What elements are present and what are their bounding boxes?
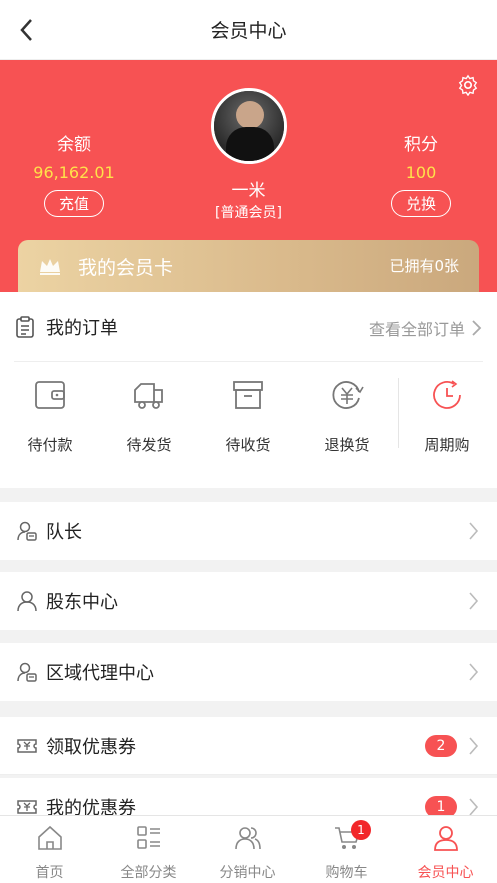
exchange-button[interactable]: 兑换: [390, 190, 451, 217]
order-label: 待付款: [27, 436, 73, 454]
gear-icon[interactable]: [457, 74, 479, 96]
menu-label: 股东中心: [46, 592, 118, 613]
tab-label: 全部分类: [120, 865, 177, 881]
menu-get-coupons[interactable]: 领取优惠券 2: [0, 717, 497, 775]
points-block: 积分 100 兑换: [361, 130, 481, 217]
avatar[interactable]: [211, 88, 287, 164]
refund-icon: [332, 381, 364, 409]
clock-icon: [433, 380, 461, 409]
order-subscription[interactable]: 周期购: [402, 378, 492, 455]
tab-categories[interactable]: 全部分类: [99, 824, 198, 882]
view-all-orders-link[interactable]: 查看全部订单: [369, 316, 483, 340]
menu-captain[interactable]: 队长: [0, 502, 497, 560]
wallet-icon: [35, 381, 65, 409]
balance-label: 余额: [57, 135, 91, 155]
home-icon: [37, 825, 62, 850]
divider: [398, 378, 399, 448]
cart-badge: 1: [351, 820, 371, 840]
order-label: 待发货: [126, 436, 172, 454]
member-card-banner[interactable]: 我的会员卡 已拥有0张: [18, 240, 479, 292]
order-pending-receipt[interactable]: 待收货: [203, 378, 293, 455]
user-badge-icon: [17, 521, 37, 541]
order-label: 待收货: [225, 436, 271, 454]
chevron-right-icon: [469, 798, 479, 816]
tab-label: 分销中心: [219, 865, 276, 881]
tab-label: 购物车: [325, 865, 368, 881]
coupon-icon: [17, 738, 37, 753]
orders-section: 我的订单 查看全部订单 待付款 待发货 待收货 退换货 周期购: [0, 292, 497, 488]
menu-label: 区域代理中心: [46, 663, 154, 684]
tab-member-center[interactable]: 会员中心: [396, 824, 495, 882]
chevron-right-icon: [472, 320, 482, 336]
member-card-title: 我的会员卡: [78, 256, 174, 279]
menu-label: 队长: [46, 522, 82, 543]
orders-header[interactable]: 我的订单 查看全部订单: [14, 292, 483, 362]
order-pending-payment[interactable]: 待付款: [5, 378, 95, 455]
profile-header: 余额 96,162.01 充值 一米 [普通会员] 积分 100 兑换 我的会员…: [0, 60, 497, 292]
chevron-right-icon: [469, 522, 479, 540]
menu-label: 领取优惠券: [46, 736, 136, 758]
tab-label: 会员中心: [417, 865, 474, 881]
tab-home[interactable]: 首页: [0, 824, 99, 882]
bottom-tab-bar: 首页 全部分类 分销中心 1 购物车 会员中心: [0, 815, 497, 883]
person-icon: [17, 591, 37, 612]
order-status-row: 待付款 待发货 待收货 退换货 周期购: [0, 378, 497, 468]
user-badge-icon: [17, 662, 37, 682]
back-button[interactable]: [14, 14, 38, 46]
chevron-left-icon: [20, 19, 32, 41]
navbar: 会员中心: [0, 0, 497, 60]
box-icon: [233, 381, 263, 409]
tab-cart[interactable]: 1 购物车: [297, 820, 396, 882]
order-label: 周期购: [424, 436, 470, 454]
user-icon: [433, 826, 458, 851]
people-icon: [234, 827, 261, 850]
menu-shareholder-center[interactable]: 股东中心: [0, 572, 497, 630]
order-pending-shipment[interactable]: 待发货: [104, 378, 194, 455]
points-label: 积分: [404, 135, 438, 155]
tab-distribution[interactable]: 分销中心: [198, 824, 297, 882]
points-value: 100: [405, 163, 437, 182]
chevron-right-icon: [469, 737, 479, 755]
tab-label: 首页: [35, 865, 64, 881]
category-icon: [136, 826, 160, 849]
orders-title: 我的订单: [46, 317, 118, 339]
member-card-count: 已拥有0张: [389, 257, 459, 275]
order-refund[interactable]: 退换货: [302, 378, 392, 455]
page-title: 会员中心: [210, 20, 287, 42]
chevron-right-icon: [469, 663, 479, 681]
order-label: 退换货: [324, 436, 370, 454]
crown-icon: [40, 259, 60, 275]
clipboard-icon: [16, 315, 34, 338]
chevron-right-icon: [469, 592, 479, 610]
truck-icon: [134, 383, 163, 409]
menu-region-agent[interactable]: 区域代理中心: [0, 643, 497, 701]
view-all-orders-label: 查看全部订单: [368, 320, 465, 339]
count-badge: 2: [425, 735, 457, 757]
